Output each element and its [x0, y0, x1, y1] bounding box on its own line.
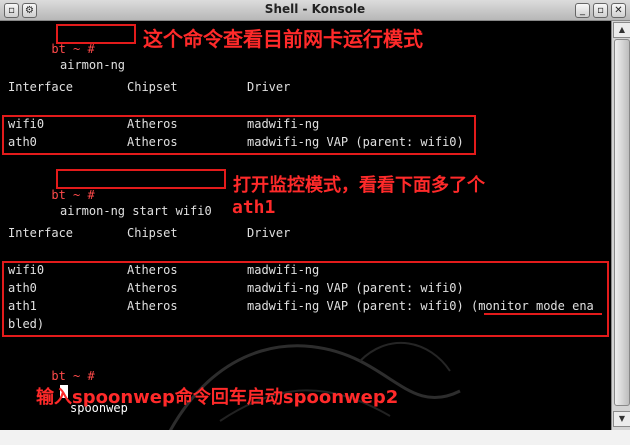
driver-text: madwifi-ng VAP (parent: wifi0) (	[247, 299, 479, 313]
header-driver: Driver	[247, 80, 291, 94]
wrapped-line: bled)	[8, 317, 45, 331]
table-row: ath1 Atheros madwifi-ng VAP (parent: wif…	[8, 298, 608, 314]
cell-chipset: Atheros	[127, 281, 178, 295]
prompt: bt ~ #	[51, 369, 95, 383]
annotation-3: 输入spoonwep命令回车启动spoonwep2	[36, 387, 399, 408]
title-bar[interactable]: ▫ ⚙ Shell - Konsole _ ▫ ✕	[0, 0, 630, 21]
cell-chipset: Atheros	[127, 299, 178, 313]
konsole-window: ▫ ⚙ Shell - Konsole _ ▫ ✕ bt ~ # airmon-…	[0, 0, 630, 445]
monitor-mode-text: monitor mode ena	[478, 299, 594, 313]
header-interface: Interface	[8, 80, 74, 94]
close-button[interactable]: ✕	[611, 3, 626, 18]
cell-chipset: Atheros	[127, 117, 178, 131]
cell-chipset: Atheros	[127, 263, 178, 277]
cell-driver: madwifi-ng VAP (parent: wifi0)	[247, 135, 464, 149]
header-interface: Interface	[8, 226, 74, 240]
command-highlight-box	[56, 24, 136, 44]
terminal-area[interactable]: bt ~ # airmon-ng 这个命令查看目前网卡运行模式 Interfac…	[0, 21, 630, 430]
header-chipset: Chipset	[127, 80, 178, 94]
cell-driver: madwifi-ng	[247, 263, 320, 277]
vertical-scrollbar[interactable]: ▲ ▼	[611, 21, 630, 430]
table-header-2: Interface Chipset Driver	[8, 225, 508, 241]
prompt: bt ~ #	[51, 42, 95, 56]
table-row: ath0 Atheros madwifi-ng VAP (parent: wif…	[8, 134, 568, 150]
annotation-1: 这个命令查看目前网卡运行模式	[143, 27, 423, 51]
bottom-margin	[0, 430, 630, 445]
annotation-2-ath1: ath1	[232, 197, 276, 218]
prompt-line-3: bt ~ # spoonwep	[8, 352, 308, 415]
annotation-2: 打开监控模式，看看下面多了个	[233, 175, 485, 196]
cell-driver: madwifi-ng VAP (parent: wifi0) (monitor …	[247, 298, 594, 314]
header-chipset: Chipset	[127, 226, 178, 240]
cell-interface: ath0	[8, 135, 37, 149]
command-airmon: airmon-ng	[60, 58, 126, 72]
cell-interface: wifi0	[8, 263, 45, 277]
dragon-watermark-icon	[168, 342, 461, 430]
table-row: wifi0 Atheros madwifi-ng	[8, 262, 608, 278]
scrollbar-thumb[interactable]	[614, 39, 630, 406]
table-header-1: Interface Chipset Driver	[8, 79, 508, 95]
monitor-mode-underline	[484, 313, 602, 315]
table-row: ath0 Atheros madwifi-ng VAP (parent: wif…	[8, 280, 608, 296]
prompt: bt ~ #	[51, 188, 95, 202]
maximize-button[interactable]: ▫	[593, 3, 608, 18]
cell-interface: ath1	[8, 299, 37, 313]
cell-driver: madwifi-ng VAP (parent: wifi0)	[247, 281, 464, 295]
window-title: Shell - Konsole	[264, 2, 366, 16]
command-airmon-start: airmon-ng start wifi0	[60, 204, 212, 218]
cell-interface: ath0	[8, 281, 37, 295]
minimize-button[interactable]: _	[575, 3, 590, 18]
cell-interface: wifi0	[8, 117, 45, 131]
command-highlight-box	[56, 169, 226, 189]
cell-chipset: Atheros	[127, 135, 178, 149]
scroll-down-icon[interactable]: ▼	[613, 411, 630, 427]
table-row: wifi0 Atheros madwifi-ng	[8, 116, 568, 132]
scroll-up-icon[interactable]: ▲	[613, 22, 630, 38]
header-driver: Driver	[247, 226, 291, 240]
cell-driver: madwifi-ng	[247, 117, 320, 131]
